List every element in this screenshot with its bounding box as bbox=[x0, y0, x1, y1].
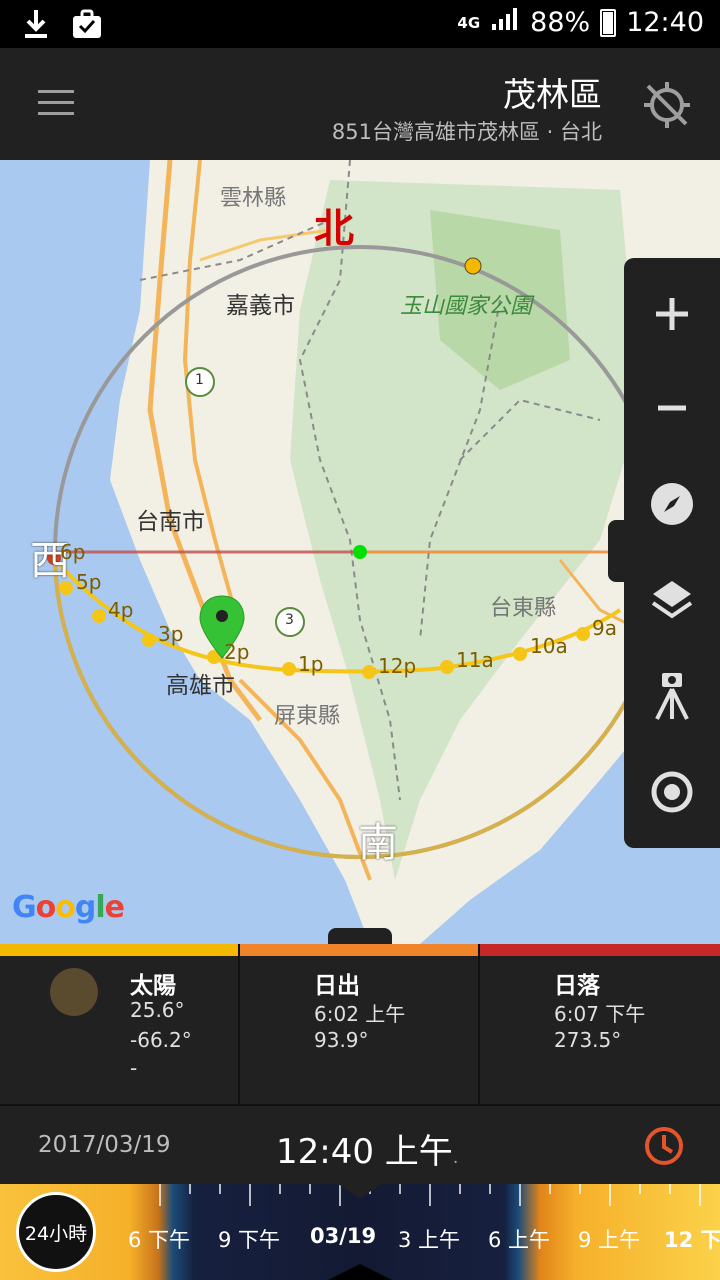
south-label: 南 bbox=[358, 820, 398, 866]
layers-icon[interactable] bbox=[640, 568, 704, 632]
timeline-label: 12 下 bbox=[664, 1228, 720, 1252]
place-park: 玉山國家公園 bbox=[400, 294, 533, 319]
route-badge-3-label: 3 bbox=[285, 612, 294, 628]
sunset-azimuth: 273.5° bbox=[554, 1028, 622, 1052]
sun-extra: - bbox=[130, 1056, 138, 1080]
info-panel: 太陽 25.6° -66.2° - 日出 6:02 上午 93.9° 日落 6:… bbox=[0, 944, 720, 1104]
sun-hour-label: 3p bbox=[158, 622, 184, 646]
map-controls-panel bbox=[624, 258, 720, 848]
24h-toggle-button[interactable]: 24小時 bbox=[16, 1192, 96, 1272]
time-row: 2017/03/19 12:40 上午. bbox=[0, 1104, 720, 1184]
timeline-label: 6 下午 bbox=[128, 1228, 191, 1252]
status-time: 12:40 bbox=[626, 7, 704, 38]
timeline-bottom-pointer bbox=[328, 1264, 392, 1280]
sun-bar bbox=[0, 944, 238, 956]
sunset-bar bbox=[480, 944, 720, 956]
location-subtitle[interactable]: 851台灣高雄市茂林區 · 台北 bbox=[332, 116, 602, 146]
north-label: 北 bbox=[314, 205, 354, 252]
timeline-label: 9 下午 bbox=[218, 1228, 281, 1252]
tripod-icon[interactable] bbox=[640, 664, 704, 728]
time-label[interactable]: 12:40 上午. bbox=[276, 1124, 459, 1173]
compass-icon[interactable] bbox=[640, 472, 704, 536]
sunrise-azimuth: 93.9° bbox=[314, 1028, 369, 1052]
sun-hour-label: 6p bbox=[60, 540, 86, 564]
place-pingtung: 屏東縣 bbox=[274, 704, 341, 729]
zoom-in-icon[interactable] bbox=[640, 282, 704, 346]
timeline-date-label: 03/19 bbox=[310, 1224, 377, 1248]
target-icon[interactable] bbox=[640, 760, 704, 824]
place-yunlin: 雲林縣 bbox=[220, 186, 287, 211]
sun-hour-label: 10a bbox=[530, 634, 568, 658]
sun-hour-label: 2p bbox=[224, 640, 250, 664]
download-icon bbox=[22, 8, 50, 44]
sunrise-info[interactable]: 日出 6:02 上午 93.9° bbox=[240, 944, 480, 1104]
place-chiayi: 嘉義市 bbox=[226, 293, 295, 319]
sun-hour-label: 9a bbox=[592, 616, 617, 640]
menu-icon[interactable] bbox=[38, 90, 74, 118]
sunset-info[interactable]: 日落 6:07 下午 273.5° bbox=[480, 944, 720, 1104]
status-bar: 4G 88% 12:40 bbox=[0, 0, 720, 48]
place-tainan: 台南市 bbox=[136, 509, 205, 535]
sunrise-title: 日出 bbox=[314, 973, 360, 999]
sun-hour-label: 12p bbox=[378, 654, 417, 678]
sun-hour-label: 5p bbox=[76, 570, 102, 594]
route-badge-1-label: 1 bbox=[195, 372, 204, 388]
timeline-label: 6 上午 bbox=[488, 1228, 551, 1252]
sunset-time: 6:07 下午 bbox=[554, 1002, 646, 1026]
gps-off-icon[interactable] bbox=[640, 78, 694, 132]
sun-hour-label: 11a bbox=[456, 648, 494, 672]
sun-hour-label: 4p bbox=[108, 598, 134, 622]
sun-elevation: 25.6° bbox=[130, 998, 185, 1022]
google-logo: Google bbox=[12, 890, 125, 925]
timeline-pointer bbox=[338, 1184, 382, 1198]
timeline-label: 3 上午 bbox=[398, 1228, 461, 1252]
sun-title: 太陽 bbox=[130, 973, 176, 999]
sunset-title: 日落 bbox=[554, 973, 600, 999]
signal-icon bbox=[490, 6, 520, 39]
place-taitung: 台東縣 bbox=[490, 596, 557, 621]
place-kaohsiung: 高雄市 bbox=[166, 673, 235, 699]
battery-percent: 88% bbox=[530, 7, 591, 38]
moon-icon bbox=[50, 968, 98, 1016]
network-type-icon: 4G bbox=[457, 13, 481, 32]
sunrise-bar bbox=[240, 944, 478, 956]
sunrise-time: 6:02 上午 bbox=[314, 1002, 406, 1026]
location-title[interactable]: 茂林區 bbox=[503, 68, 602, 116]
timeline-label: 9 上午 bbox=[578, 1228, 641, 1252]
app-bar: 茂林區 851台灣高雄市茂林區 · 台北 bbox=[0, 48, 720, 160]
sun-azimuth: -66.2° bbox=[130, 1028, 192, 1052]
sun-info[interactable]: 太陽 25.6° -66.2° - bbox=[0, 944, 240, 1104]
zoom-out-icon[interactable] bbox=[640, 376, 704, 440]
briefcase-check-icon bbox=[72, 9, 102, 43]
clock-icon[interactable] bbox=[644, 1126, 684, 1166]
sun-hour-label: 1p bbox=[298, 652, 324, 676]
battery-icon bbox=[600, 8, 617, 37]
date-label[interactable]: 2017/03/19 bbox=[38, 1132, 171, 1158]
